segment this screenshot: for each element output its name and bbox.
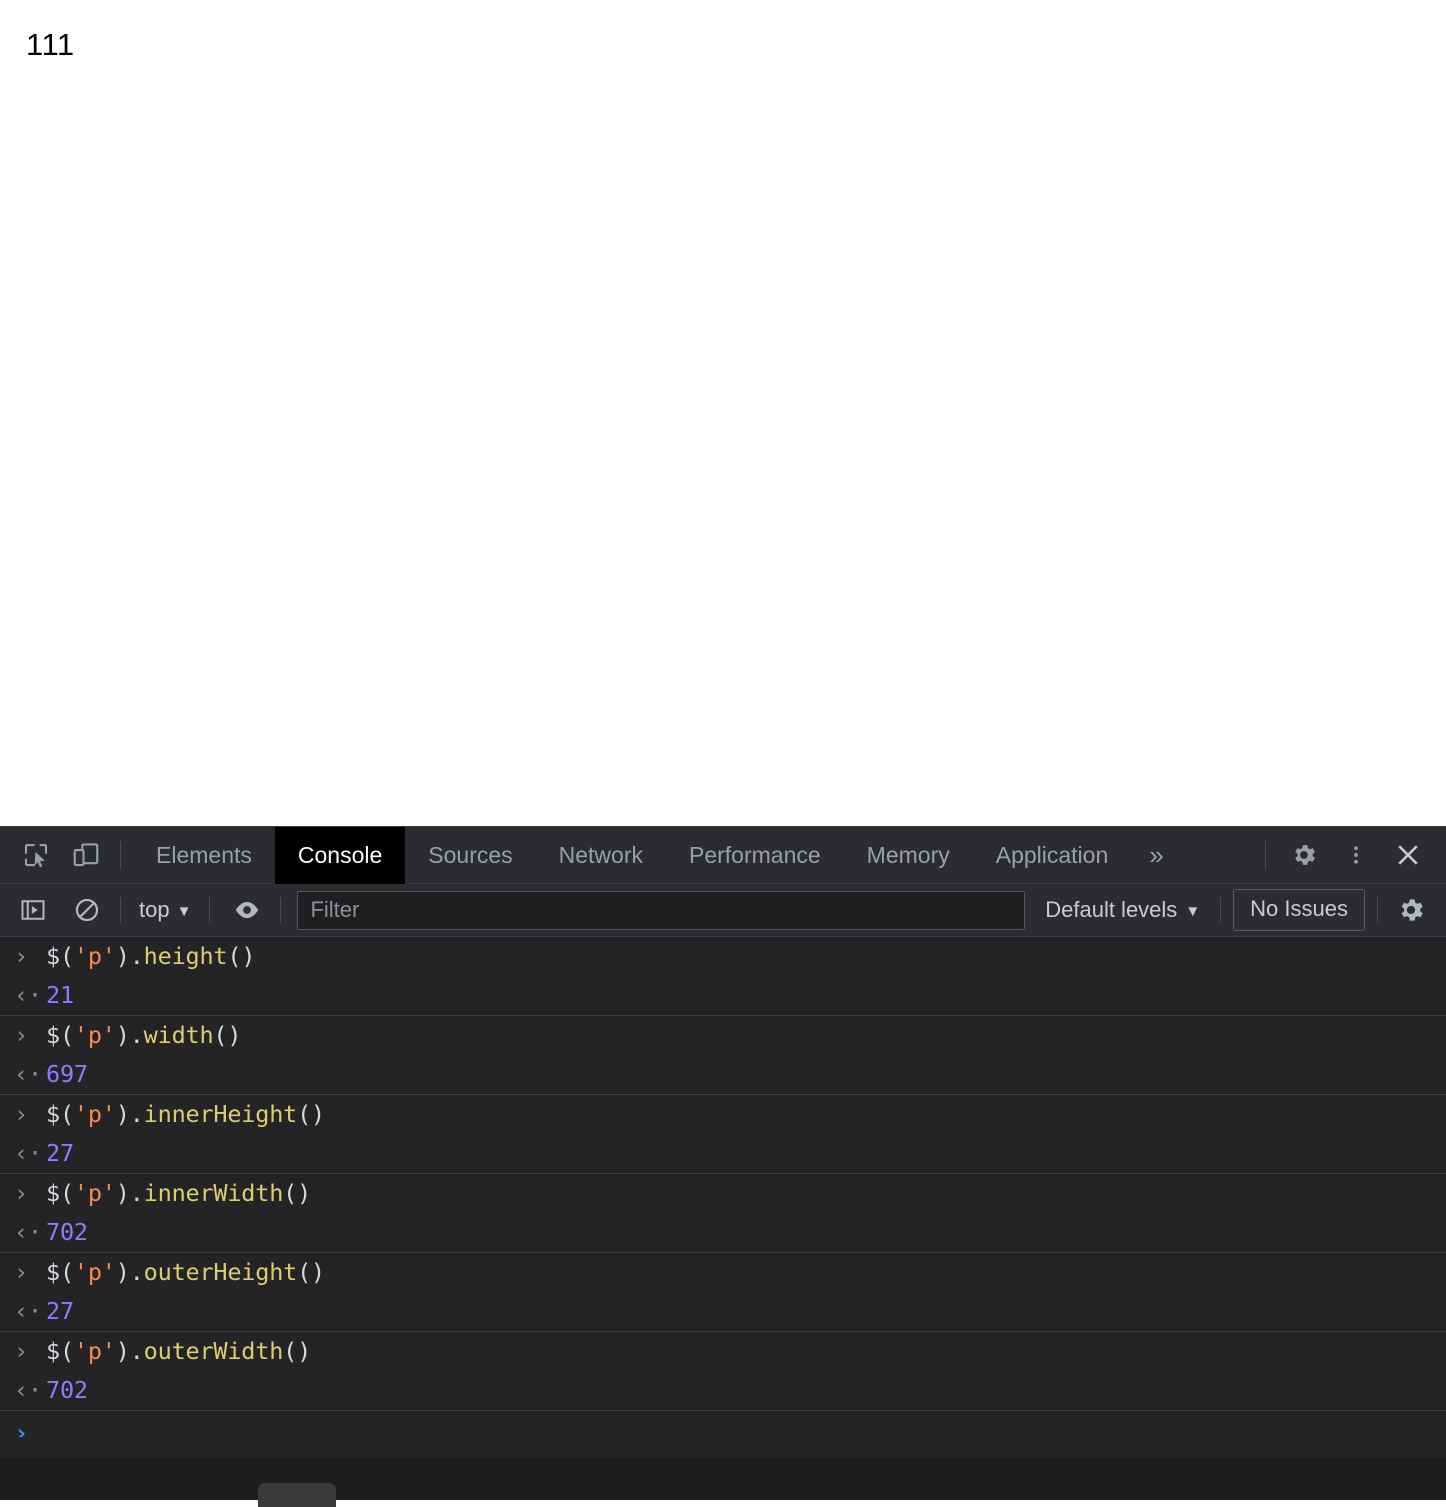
console-prompt-chevron-icon: › xyxy=(14,1419,29,1437)
console-input-line[interactable]: › $('p').width() xyxy=(0,1016,1446,1055)
console-input-marker-icon: › xyxy=(14,1020,28,1049)
devtools-tab-bar: Elements Console Sources Network Perform… xyxy=(0,826,1446,884)
console-command-text: $('p').height() xyxy=(46,941,256,970)
toolbar-divider xyxy=(209,897,211,923)
console-command-text: $('p').innerWidth() xyxy=(46,1178,312,1207)
console-entry-group: › $('p').height() ‹· 21 xyxy=(0,937,1446,1016)
console-settings-gear-icon[interactable] xyxy=(1390,889,1432,931)
close-icon[interactable] xyxy=(1382,827,1434,884)
console-sidebar-toggle-icon[interactable] xyxy=(12,889,54,931)
tab-performance[interactable]: Performance xyxy=(666,827,844,884)
console-input-line[interactable]: › $('p').outerHeight() xyxy=(0,1253,1446,1292)
chevron-down-icon: ▼ xyxy=(1185,902,1201,920)
console-entry-group: › $('p').innerWidth() ‹· 702 xyxy=(0,1174,1446,1253)
tab-network[interactable]: Network xyxy=(536,827,666,884)
toolbar-divider xyxy=(1265,841,1266,869)
execution-context-selector[interactable]: top ▼ xyxy=(133,893,197,927)
console-command-text: $('p').innerHeight() xyxy=(46,1099,326,1128)
console-output-marker-icon: ‹· xyxy=(14,1138,42,1167)
log-levels-label: Default levels xyxy=(1045,897,1178,922)
console-entry-group: › $('p').outerWidth() ‹· 702 xyxy=(0,1332,1446,1411)
tab-elements[interactable]: Elements xyxy=(133,827,275,884)
console-command-text: $('p').width() xyxy=(46,1020,242,1049)
toolbar-divider xyxy=(280,897,282,923)
tab-application[interactable]: Application xyxy=(973,827,1132,884)
console-message-list[interactable]: › $('p').height() ‹· 21 › $('p').width() ‹· 697… xyxy=(0,937,1446,1437)
console-input-line[interactable]: › $('p').innerHeight() xyxy=(0,1095,1446,1134)
console-output-line[interactable]: ‹· 702 xyxy=(0,1213,1446,1252)
chevron-down-icon: ▼ xyxy=(176,902,192,920)
console-input-marker-icon: › xyxy=(14,1336,28,1365)
console-output-line[interactable]: ‹· 697 xyxy=(0,1055,1446,1094)
filter-input[interactable] xyxy=(297,890,1026,930)
devtools-panel: Elements Console Sources Network Perform… xyxy=(0,826,1446,1458)
os-bottom-strip xyxy=(0,1458,1446,1507)
console-prompt-line[interactable]: › xyxy=(0,1411,1446,1437)
console-result-value: 27 xyxy=(46,1296,74,1325)
browser-page-viewport: 111 xyxy=(0,0,1446,826)
console-input-marker-icon: › xyxy=(14,1257,28,1286)
tab-sources[interactable]: Sources xyxy=(405,827,535,884)
console-result-value: 697 xyxy=(46,1059,88,1088)
console-output-marker-icon: ‹· xyxy=(14,1296,42,1325)
console-result-value: 702 xyxy=(46,1217,88,1246)
clear-console-icon[interactable] xyxy=(66,889,108,931)
console-result-value: 21 xyxy=(46,980,74,1009)
console-filter-toolbar: top ▼ Default levels ▼ No Issues xyxy=(0,884,1446,937)
console-output-line[interactable]: ‹· 21 xyxy=(0,976,1446,1015)
toolbar-divider xyxy=(1377,897,1378,923)
issues-status-badge[interactable]: No Issues xyxy=(1233,889,1365,931)
console-output-marker-icon: ‹· xyxy=(14,1059,42,1088)
console-output-line[interactable]: ‹· 27 xyxy=(0,1292,1446,1331)
console-result-value: 27 xyxy=(46,1138,74,1167)
console-input-line[interactable]: › $('p').height() xyxy=(0,937,1446,976)
os-window-tab-handle[interactable] xyxy=(258,1483,336,1507)
tab-memory[interactable]: Memory xyxy=(844,827,973,884)
tab-console[interactable]: Console xyxy=(274,826,406,884)
console-command-text: $('p').outerHeight() xyxy=(46,1257,326,1286)
console-output-marker-icon: ‹· xyxy=(14,1217,42,1246)
page-paragraph: 111 xyxy=(26,27,75,62)
console-entry-group: › $('p').innerHeight() ‹· 27 xyxy=(0,1095,1446,1174)
execution-context-label: top xyxy=(139,897,170,922)
toolbar-divider xyxy=(120,897,121,923)
kebab-menu-icon[interactable] xyxy=(1330,827,1382,884)
console-input-marker-icon: › xyxy=(14,1099,28,1128)
console-result-value: 702 xyxy=(46,1375,88,1404)
console-command-text: $('p').outerWidth() xyxy=(46,1336,312,1365)
console-entry-group: › $('p').outerHeight() ‹· 27 xyxy=(0,1253,1446,1332)
console-input-line[interactable]: › $('p').outerWidth() xyxy=(0,1332,1446,1371)
device-toolbar-icon[interactable] xyxy=(64,833,108,877)
console-input-marker-icon: › xyxy=(14,941,28,970)
console-output-line[interactable]: ‹· 27 xyxy=(0,1134,1446,1173)
console-output-marker-icon: ‹· xyxy=(14,1375,42,1404)
console-input-line[interactable]: › $('p').innerWidth() xyxy=(0,1174,1446,1213)
live-expression-eye-icon[interactable] xyxy=(226,889,268,931)
toolbar-divider xyxy=(120,841,121,869)
tab-bar-actions xyxy=(1253,827,1446,884)
gear-icon[interactable] xyxy=(1278,827,1330,884)
inspect-element-icon[interactable] xyxy=(14,833,58,877)
toolbar-divider xyxy=(1220,897,1222,923)
console-input-marker-icon: › xyxy=(14,1178,28,1207)
log-levels-selector[interactable]: Default levels ▼ xyxy=(1037,893,1208,927)
more-tabs-chevron-icon[interactable]: » xyxy=(1131,827,1181,884)
console-output-line[interactable]: ‹· 702 xyxy=(0,1371,1446,1410)
console-entry-group: › $('p').width() ‹· 697 xyxy=(0,1016,1446,1095)
console-output-marker-icon: ‹· xyxy=(14,980,42,1009)
